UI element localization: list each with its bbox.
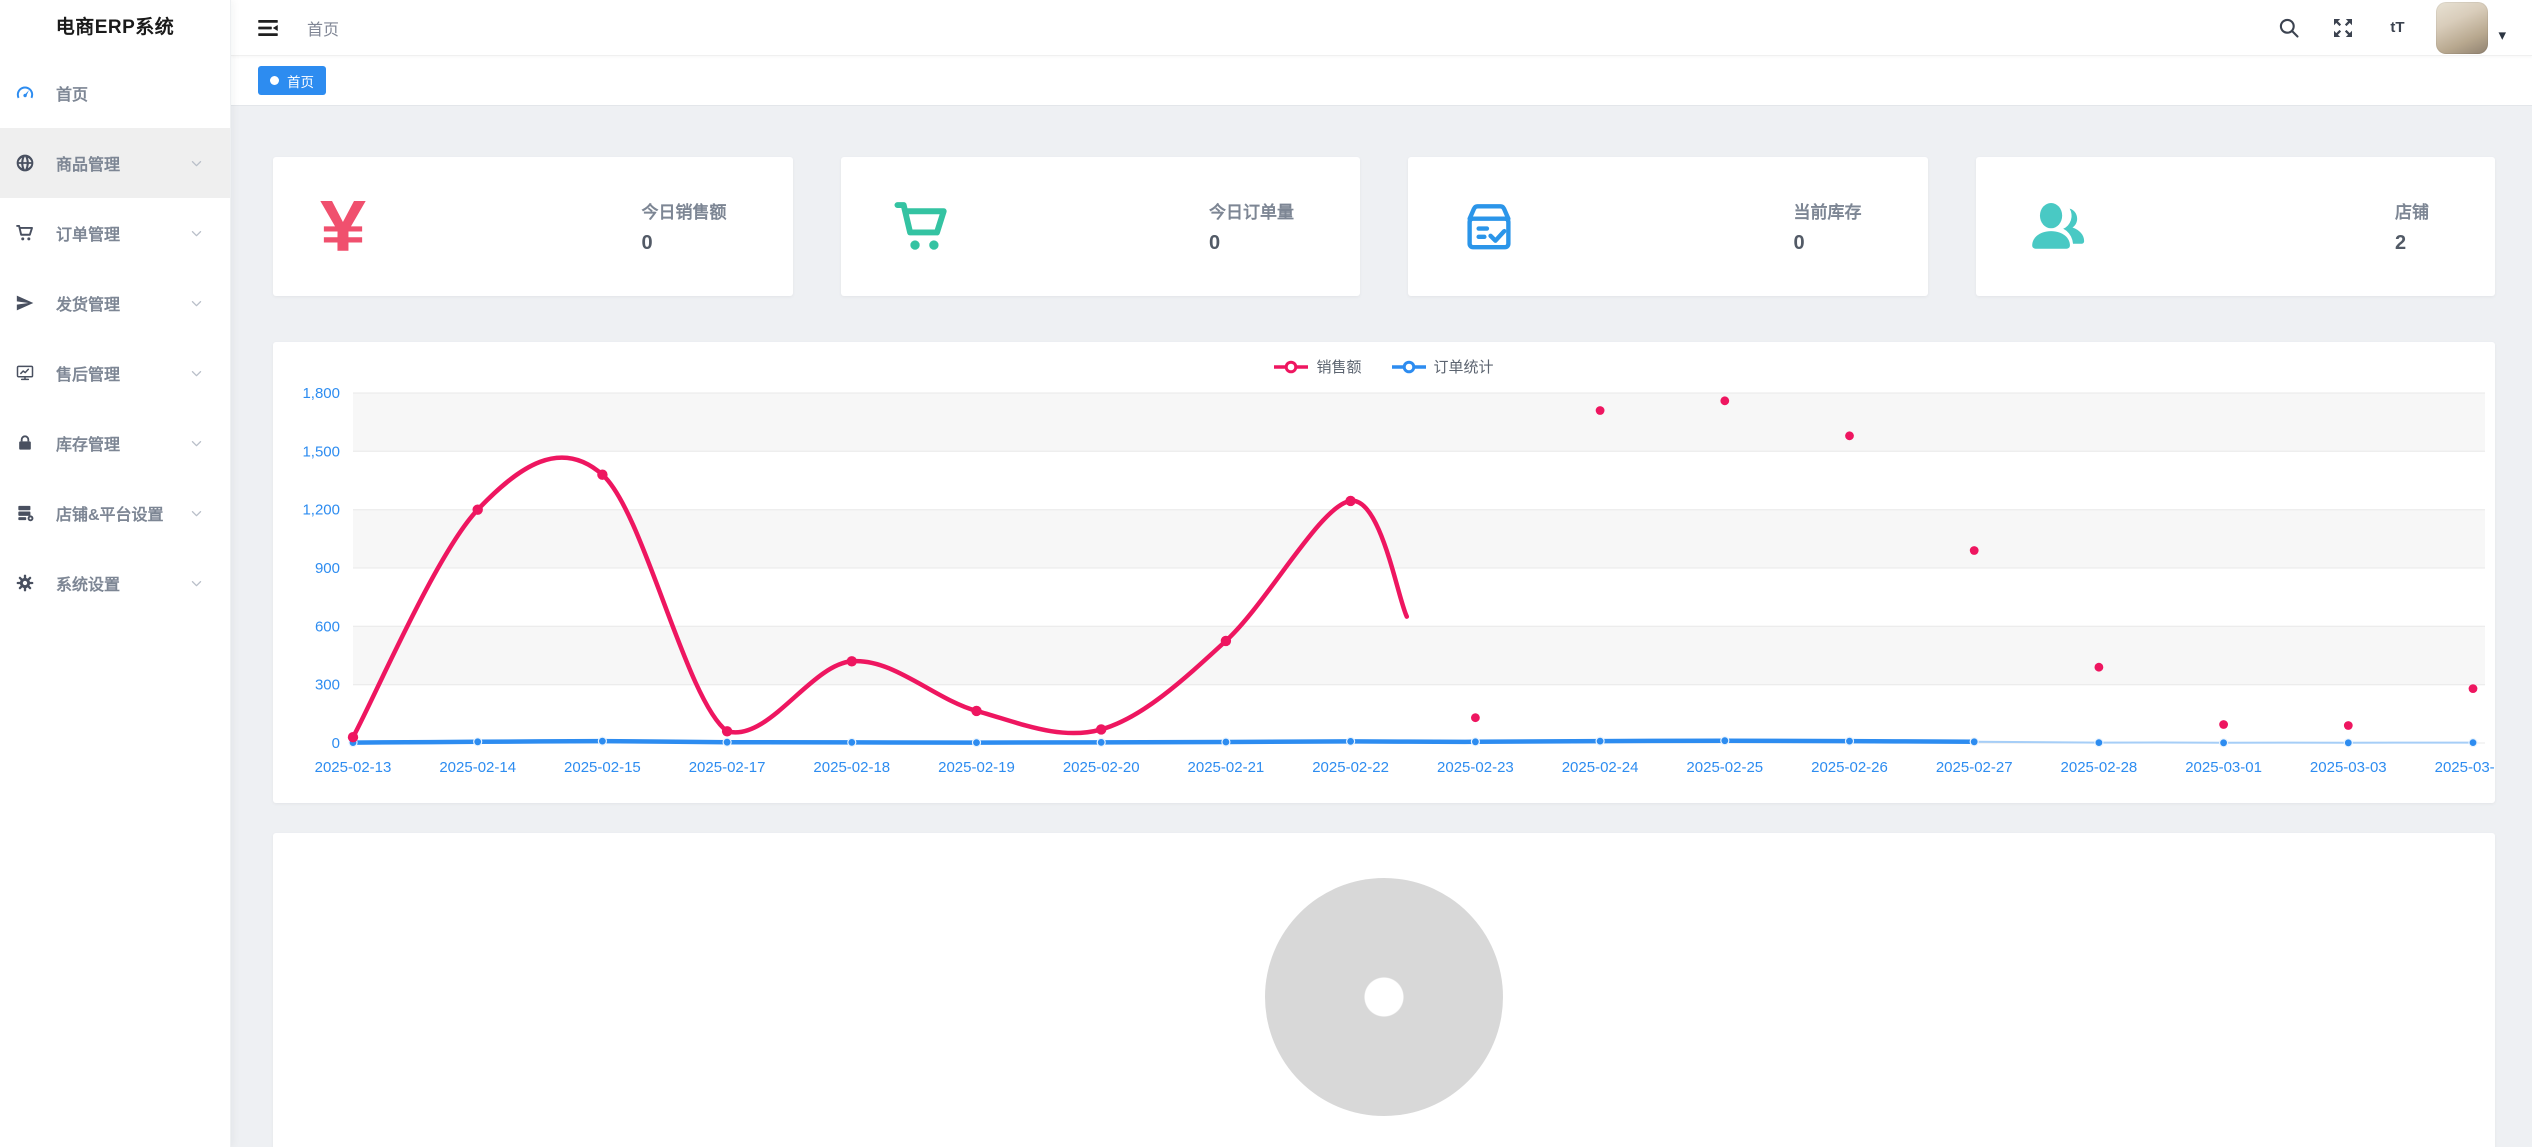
- sidebar-item-label: 店铺&平台设置: [56, 501, 189, 525]
- chevron-down-icon: [189, 296, 204, 311]
- fullscreen-icon[interactable]: [2328, 13, 2358, 43]
- svg-text:1,500: 1,500: [302, 443, 340, 460]
- sidebar-item-label: 售后管理: [56, 361, 189, 385]
- stat-card-label: 今日销售额: [642, 198, 727, 223]
- gear-icon: [14, 572, 36, 594]
- chevron-down-icon: [189, 576, 204, 591]
- chevron-down-icon: [189, 366, 204, 381]
- sidebar-item-3[interactable]: 发货管理: [0, 268, 230, 338]
- svg-text:2025-03-03: 2025-03-03: [2310, 759, 2387, 776]
- line-chart-canvas[interactable]: 0 300 600 900 1,200 1,500 1,800 2025-02-13 2025-…: [273, 342, 2495, 803]
- stat-card-2: 当前库存 0: [1408, 157, 1928, 296]
- yen-icon: ¥: [323, 196, 403, 258]
- sidebar-item-0[interactable]: 首页: [0, 58, 230, 128]
- svg-text:2025-02-18: 2025-02-18: [813, 759, 890, 776]
- tab-label: 首页: [287, 71, 314, 91]
- search-icon[interactable]: [2274, 13, 2304, 43]
- stat-card-label: 当前库存: [1794, 198, 1862, 223]
- stat-card-value: 0: [642, 232, 727, 255]
- sidebar-collapse-icon[interactable]: [255, 13, 285, 43]
- empty-pie-placeholder: [1265, 878, 1503, 1116]
- legend-item-0[interactable]: 销售额: [1274, 356, 1361, 377]
- stat-card-label: 店铺: [2395, 198, 2429, 223]
- chevron-down-icon: [189, 436, 204, 451]
- stat-card-value: 2: [2395, 232, 2429, 255]
- svg-text:2025-02-24: 2025-02-24: [1562, 759, 1639, 776]
- monitor-icon: [14, 362, 36, 384]
- sidebar-menu: 首页商品管理订单管理发货管理售后管理库存管理店铺&平台设置系统设置: [0, 56, 230, 618]
- svg-text:0: 0: [332, 735, 340, 752]
- drive-icon: [14, 502, 36, 524]
- font-size-icon[interactable]: tT: [2382, 13, 2412, 43]
- sidebar-item-6[interactable]: 店铺&平台设置: [0, 478, 230, 548]
- svg-text:2025-02-13: 2025-02-13: [315, 759, 392, 776]
- chart-legend: 销售额 订单统计: [273, 356, 2495, 377]
- stat-card-value: 0: [1794, 232, 1862, 255]
- user-avatar[interactable]: [2436, 2, 2488, 54]
- sidebar-item-label: 首页: [56, 81, 204, 105]
- sidebar-item-label: 系统设置: [56, 571, 189, 595]
- stat-card-1: 今日订单量 0: [841, 157, 1361, 296]
- sidebar-item-7[interactable]: 系统设置: [0, 548, 230, 618]
- cart-icon: [891, 196, 971, 258]
- chevron-down-icon: [189, 156, 204, 171]
- pie-chart-card: [273, 833, 2495, 1147]
- users-icon: [2026, 196, 2106, 258]
- svg-text:1,200: 1,200: [302, 502, 340, 519]
- stat-card-0: ¥ 今日销售额 0: [273, 157, 793, 296]
- svg-text:600: 600: [315, 618, 340, 635]
- svg-text:2025-02-28: 2025-02-28: [2061, 759, 2138, 776]
- svg-text:300: 300: [315, 677, 340, 694]
- chevron-down-icon: [189, 226, 204, 241]
- stat-card-value: 0: [1209, 232, 1294, 255]
- svg-text:900: 900: [315, 560, 340, 577]
- svg-text:2025-02-23: 2025-02-23: [1437, 759, 1514, 776]
- svg-text:2025-02-26: 2025-02-26: [1811, 759, 1888, 776]
- svg-text:1,800: 1,800: [302, 385, 340, 402]
- sidebar-item-label: 库存管理: [56, 431, 189, 455]
- inventory-box-icon: [1458, 196, 1538, 258]
- breadcrumb: 首页: [307, 16, 339, 40]
- svg-text:2025-02-22: 2025-02-22: [1312, 759, 1389, 776]
- sidebar: 电商ERP系统 首页商品管理订单管理发货管理售后管理库存管理店铺&平台设置系统设…: [0, 0, 231, 1147]
- stat-card-label: 今日订单量: [1209, 198, 1294, 223]
- globe-icon: [14, 152, 36, 174]
- sidebar-item-4[interactable]: 售后管理: [0, 338, 230, 408]
- svg-text:2025-02-21: 2025-02-21: [1188, 759, 1265, 776]
- gauge-icon: [14, 82, 36, 104]
- svg-text:2025-02-20: 2025-02-20: [1063, 759, 1140, 776]
- sidebar-item-label: 订单管理: [56, 221, 189, 245]
- svg-text:2025-02-27: 2025-02-27: [1936, 759, 2013, 776]
- tab-bar: 首页: [231, 56, 2532, 106]
- tab-home[interactable]: 首页: [258, 66, 326, 95]
- sidebar-item-label: 商品管理: [56, 151, 189, 175]
- user-menu-caret-icon[interactable]: ▾: [2498, 26, 2506, 44]
- svg-text:2025-03-01: 2025-03-01: [2185, 759, 2262, 776]
- sidebar-item-2[interactable]: 订单管理: [0, 198, 230, 268]
- svg-text:2025-02-25: 2025-02-25: [1686, 759, 1763, 776]
- main-content: ¥ 今日销售额 0 今日订单量 0 当前库存 0 店铺 2 销售额 订单统计 0 300 600 900…: [231, 106, 2532, 1147]
- stat-cards-row: ¥ 今日销售额 0 今日订单量 0 当前库存 0 店铺 2: [273, 157, 2495, 296]
- sales-orders-chart-card: 销售额 订单统计 0 300 600 900 1,200 1,500 1,800 2025-02…: [273, 342, 2495, 803]
- stat-card-3: 店铺 2: [1976, 157, 2496, 296]
- svg-text:2025-02-17: 2025-02-17: [689, 759, 766, 776]
- legend-item-1[interactable]: 订单统计: [1392, 356, 1494, 377]
- sidebar-item-5[interactable]: 库存管理: [0, 408, 230, 478]
- svg-text:2025-02-14: 2025-02-14: [439, 759, 516, 776]
- tab-active-dot-icon: [270, 76, 279, 85]
- legend-label: 销售额: [1316, 356, 1361, 377]
- svg-text:2025-02-19: 2025-02-19: [938, 759, 1015, 776]
- sidebar-item-label: 发货管理: [56, 291, 189, 315]
- app-title: 电商ERP系统: [0, 0, 230, 56]
- legend-label: 订单统计: [1434, 356, 1494, 377]
- sidebar-item-1[interactable]: 商品管理: [0, 128, 230, 198]
- top-bar: 首页 tT ▾: [231, 0, 2532, 56]
- cart-icon: [14, 222, 36, 244]
- svg-text:2025-02-15: 2025-02-15: [564, 759, 641, 776]
- svg-text:2025-03-04: 2025-03-04: [2435, 759, 2495, 776]
- send-icon: [14, 292, 36, 314]
- lock-icon: [14, 432, 36, 454]
- chevron-down-icon: [189, 506, 204, 521]
